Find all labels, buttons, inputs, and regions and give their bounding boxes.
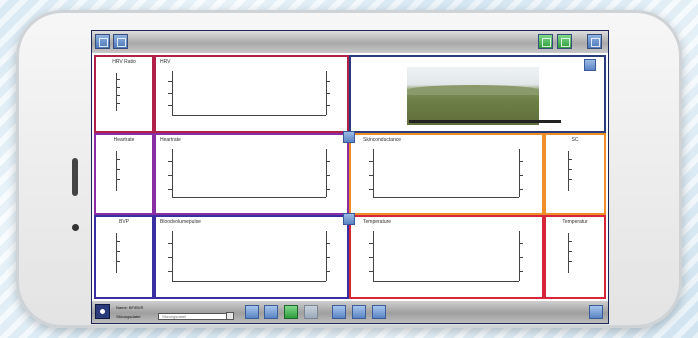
window-icon[interactable] (113, 34, 128, 49)
panel-title: Bloodvolumepulse (160, 219, 201, 225)
panel-grid: HRV Ratio HRV Heartrate Heartrate Skinco… (92, 53, 608, 301)
session-label: Sitzungsdatei: (116, 314, 142, 319)
x-axis (172, 281, 326, 282)
panel-title: HRV Ratio (112, 59, 136, 65)
grid-icon[interactable] (95, 34, 110, 49)
expand-icon[interactable] (584, 59, 596, 71)
x-axis (373, 281, 519, 282)
app-screen: HRV Ratio HRV Heartrate Heartrate Skinco… (91, 30, 609, 324)
video-panel (349, 55, 606, 133)
temperature-panel: Temperature (349, 215, 544, 299)
chart-icon[interactable] (245, 305, 259, 319)
image-icon[interactable] (264, 305, 278, 319)
x-axis (373, 197, 519, 198)
skinconductance-panel: Skinconductance (349, 133, 544, 215)
settings-icon[interactable] (352, 305, 366, 319)
video-progress-bar[interactable] (409, 120, 561, 123)
heartrate-small-panel: Heartrate (94, 133, 154, 215)
panel-title: Heartrate (160, 137, 181, 143)
y-axis-left (172, 149, 173, 197)
bottom-toolbar: Name: BF/BVR Sitzungsdatei: Sitzungsdate… (92, 301, 608, 323)
green-toggle-icon-2[interactable] (557, 34, 572, 49)
record-icon[interactable] (284, 305, 298, 319)
x-axis (172, 197, 326, 198)
panel-title: Heartrate (113, 137, 135, 143)
panel-title: BVP (118, 219, 129, 225)
blood-volume-pulse-panel: Bloodvolumepulse (154, 215, 349, 299)
hrv-ratio-panel: HRV Ratio (94, 55, 154, 133)
y-axis (116, 151, 117, 191)
y-axis-left (172, 231, 173, 281)
y-axis (568, 233, 569, 273)
share-icon[interactable] (372, 305, 386, 319)
y-axis (116, 233, 117, 273)
panel-title: Temperature (363, 219, 392, 225)
x-axis (172, 115, 326, 116)
exit-icon[interactable] (589, 305, 603, 319)
video-view (351, 57, 604, 131)
temperature-small-panel: Temperatur (544, 215, 606, 299)
sc-panel: SC (544, 133, 606, 215)
dropdown-arrow-icon[interactable] (226, 312, 234, 320)
heartrate-panel: Heartrate (154, 133, 349, 215)
y-axis-left (373, 231, 374, 281)
app-logo-icon[interactable] (95, 304, 110, 319)
panel-title: Temperatur (562, 219, 588, 225)
panel-settings-icon[interactable] (343, 131, 355, 143)
y-axis-left (373, 149, 374, 197)
video-frame (407, 67, 539, 125)
y-axis-left (172, 71, 173, 115)
export-icon[interactable] (332, 305, 346, 319)
phone-camera (72, 224, 79, 231)
y-axis-right (519, 231, 520, 281)
menu-icon[interactable] (587, 34, 602, 49)
phone-speaker (72, 158, 78, 196)
panel-title: SC (571, 137, 579, 143)
y-axis-right (326, 231, 327, 281)
green-toggle-icon[interactable] (538, 34, 553, 49)
name-label: Name: BF/BVR (116, 305, 144, 310)
session-select[interactable]: Sitzungsdatei (158, 313, 228, 320)
panel-title: Skinconductance (363, 137, 402, 143)
top-toolbar (92, 31, 608, 53)
panel-title: HRV (160, 59, 171, 65)
stop-icon[interactable] (304, 305, 318, 319)
bvp-small-panel: BVP (94, 215, 154, 299)
panel-settings-icon[interactable] (343, 213, 355, 225)
hrv-panel: HRV (154, 55, 349, 133)
y-axis (568, 151, 569, 191)
